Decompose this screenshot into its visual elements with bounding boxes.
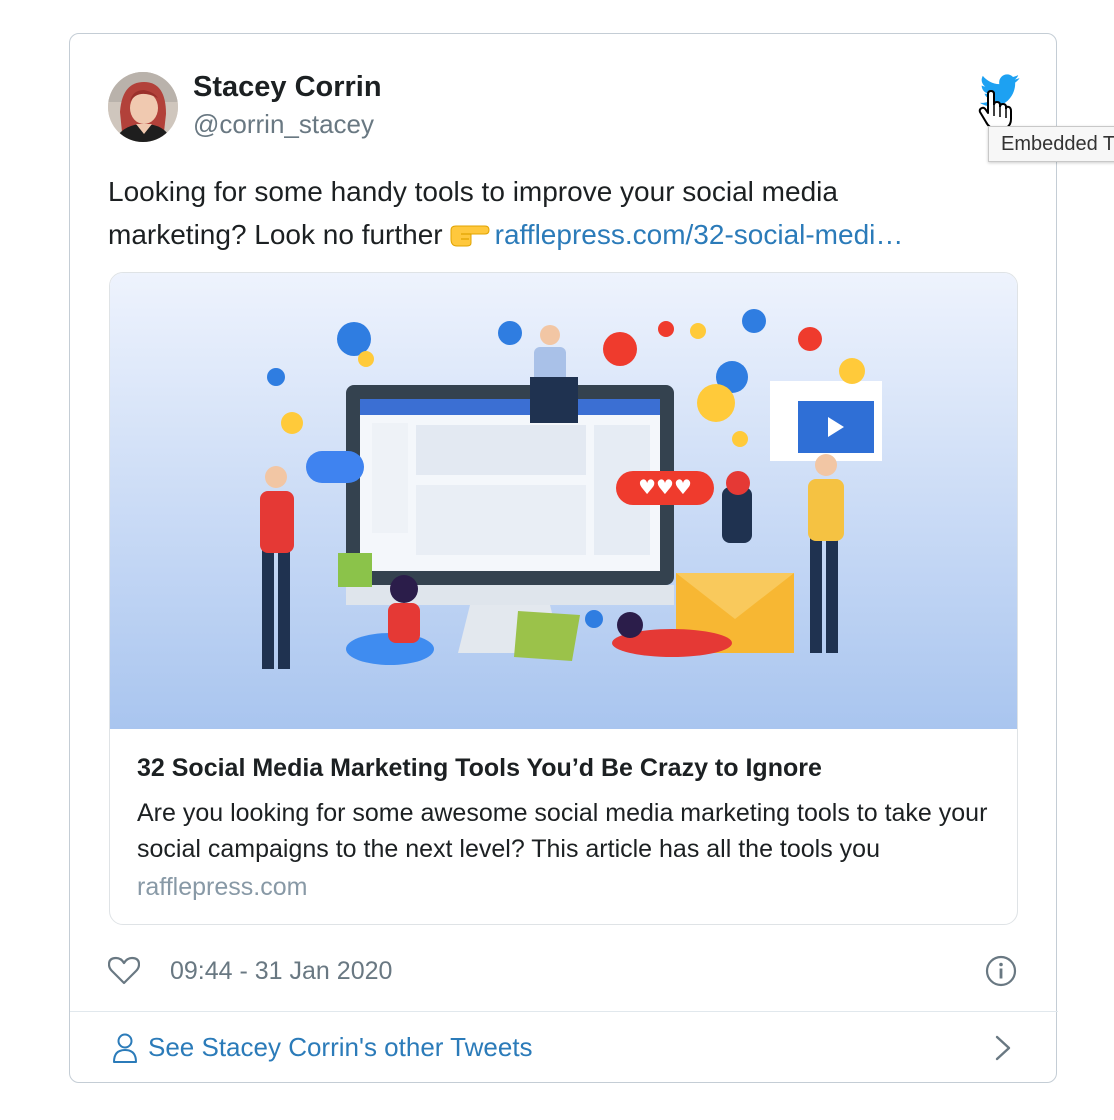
tweet-text-line-2: marketing? Look no further rafflepress.c…	[108, 213, 1008, 256]
svg-text:♥♥♥: ♥♥♥	[638, 475, 692, 499]
see-other-tweets-link[interactable]: See Stacey Corrin's other Tweets	[108, 1012, 1020, 1082]
hand-cursor-icon	[978, 90, 1012, 130]
pointing-right-emoji-icon	[450, 225, 490, 247]
embedded-tweet-card: Stacey Corrin @corrin_stacey Looking for…	[69, 33, 1058, 1083]
avatar-image	[108, 72, 178, 142]
tweet-timestamp[interactable]: 09:44 - 31 Jan 2020	[170, 957, 392, 986]
tweet-text: Looking for some handy tools to improve …	[108, 170, 1008, 256]
card-description: Are you looking for some awesome social …	[137, 799, 988, 863]
tooltip: Embedded Tweet	[988, 126, 1114, 162]
card-title: 32 Social Media Marketing Tools You’d Be…	[137, 754, 822, 782]
tweet-text-line-2-text: marketing? Look no further	[108, 219, 443, 250]
avatar[interactable]	[108, 72, 178, 142]
chevron-right-icon	[995, 1035, 1011, 1061]
tweet-text-line-1: Looking for some handy tools to improve …	[108, 176, 838, 207]
author-name[interactable]: Stacey Corrin	[193, 71, 382, 104]
card-illustration-image: ♥♥♥	[110, 273, 1017, 729]
person-icon	[113, 1033, 137, 1063]
page-background: Stacey Corrin @corrin_stacey Looking for…	[0, 0, 1114, 1120]
card-domain: rafflepress.com	[137, 873, 308, 901]
see-other-tweets-label: See Stacey Corrin's other Tweets	[148, 1032, 533, 1062]
link-preview-card[interactable]: ♥♥♥ 32 Social Media Marketing Tools You’…	[109, 272, 1018, 925]
info-icon[interactable]	[985, 955, 1017, 987]
tweet-link[interactable]: rafflepress.com/32-social-medi…	[495, 219, 904, 250]
author-handle[interactable]: @corrin_stacey	[193, 109, 374, 140]
page: Stacey Corrin @corrin_stacey Looking for…	[0, 0, 1114, 1120]
heart-icon[interactable]	[108, 956, 140, 986]
